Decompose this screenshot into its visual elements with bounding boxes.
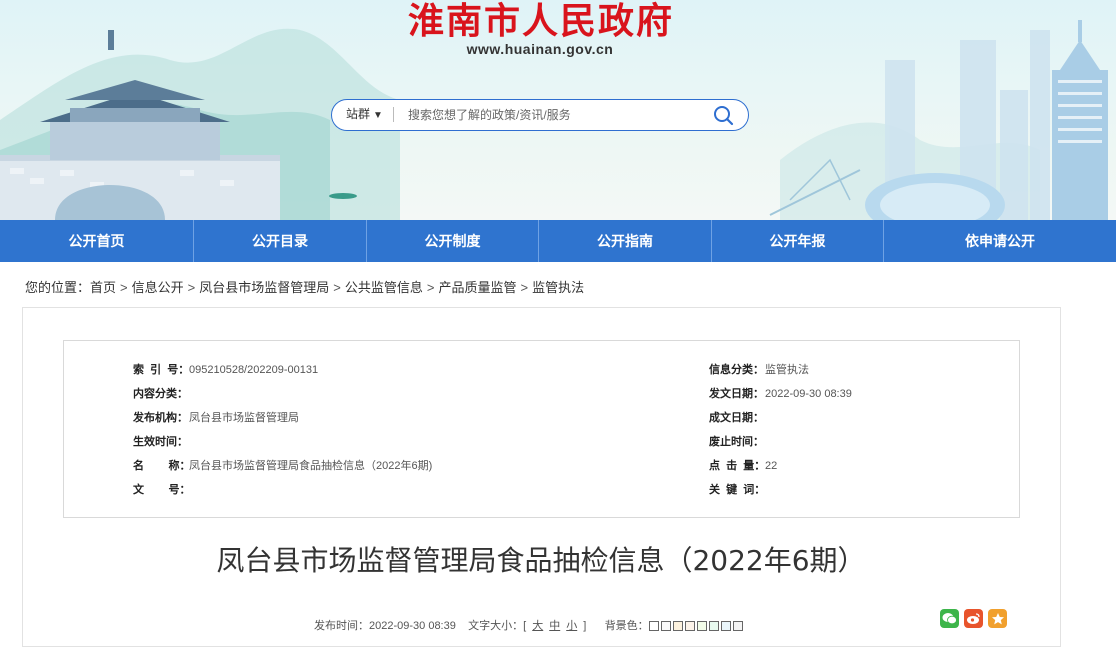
font-size-large[interactable]: 大 — [532, 620, 543, 632]
meta-value: 监管执法 — [765, 364, 809, 376]
background-swatch[interactable] — [684, 621, 695, 632]
background-swatches — [648, 620, 745, 632]
favorite-icon[interactable] — [988, 609, 1007, 628]
search-button[interactable] — [712, 104, 734, 126]
breadcrumb-item[interactable]: 凤台县市场监督管理局 — [199, 280, 329, 295]
nav-item-guide[interactable]: 公开指南 — [539, 220, 712, 262]
meta-label: 发文日期： — [709, 388, 764, 400]
meta-label: 成文日期： — [709, 412, 764, 424]
meta-value: 凤台县市场监督管理局 — [189, 412, 299, 424]
breadcrumb-item[interactable]: 监管执法 — [532, 280, 584, 295]
breadcrumb-separator: > — [520, 280, 529, 295]
meta-label: 点 击 量： — [709, 460, 766, 472]
meta-label: 名 称： — [133, 460, 191, 472]
meta-label: 生效时间： — [133, 436, 188, 448]
wechat-icon[interactable] — [940, 609, 959, 628]
search-divider — [393, 107, 394, 122]
site-title: 淮南市人民政府 — [407, 1, 674, 42]
article-info-bar: 发布时间：2022-09-30 08:39 文字大小：[ 大中小 ] 背景色： — [314, 617, 745, 633]
main-nav: 公开首页 公开目录 公开制度 公开指南 公开年报 依申请公开 — [0, 220, 1116, 262]
meta-label: 关 键 词： — [709, 484, 766, 496]
nav-item-home[interactable]: 公开首页 — [0, 220, 194, 262]
background-swatch[interactable] — [696, 621, 707, 632]
breadcrumb-separator: > — [333, 280, 341, 295]
background-swatch[interactable] — [708, 621, 719, 632]
background-swatch[interactable] — [720, 621, 731, 632]
nav-item-catalog[interactable]: 公开目录 — [194, 220, 367, 262]
font-size-label: 文字大小： — [468, 620, 524, 632]
background-swatch[interactable] — [648, 621, 659, 632]
meta-value: 2022-09-30 08:39 — [765, 388, 852, 400]
background-swatch[interactable] — [660, 621, 671, 632]
font-size-controls: [ 大中小 ] — [523, 620, 587, 632]
background-color-label: 背景色： — [604, 620, 649, 632]
site-url: www.huainan.gov.cn — [466, 41, 614, 57]
nav-item-system[interactable]: 公开制度 — [367, 220, 539, 262]
search-bar: 站群 ▼ — [331, 99, 749, 131]
meta-value: 095210528/202209-00131 — [189, 364, 319, 376]
search-input[interactable] — [408, 105, 698, 124]
header-banner: 淮南市人民政府 www.huainan.gov.cn 站群 ▼ — [0, 0, 1116, 220]
meta-label: 索 引 号： — [133, 364, 190, 376]
breadcrumb-item[interactable]: 产品质量监管 — [438, 280, 516, 295]
publish-time-label: 发布时间： — [314, 620, 369, 632]
document-metadata-table: 索 引 号： 095210528/202209-00131 内容分类： 发布机构… — [63, 340, 1020, 518]
breadcrumb-item[interactable]: 首页 — [90, 280, 116, 295]
font-size-small[interactable]: 小 — [566, 620, 577, 632]
weibo-icon[interactable] — [964, 609, 983, 628]
search-icon — [714, 106, 734, 126]
breadcrumb-separator: > — [120, 280, 128, 295]
meta-label: 文 号： — [133, 484, 191, 496]
breadcrumb: 您的位置：首页 > 信息公开 > 凤台县市场监督管理局 > 公共监管信息 > 产品质量监管 > 监管… — [25, 277, 584, 296]
breadcrumb-separator: > — [187, 280, 196, 295]
meta-value: 凤台县市场监督管理局食品抽检信息（2022年6期) — [189, 460, 433, 472]
background-swatch[interactable] — [732, 621, 743, 632]
breadcrumb-item[interactable]: 信息公开 — [132, 280, 184, 295]
meta-value: 22 — [765, 460, 778, 472]
background-swatch[interactable] — [672, 621, 683, 632]
search-scope-select[interactable]: 站群 ▼ — [346, 100, 383, 129]
nav-item-annual-report[interactable]: 公开年报 — [712, 220, 884, 262]
meta-label: 发布机构： — [133, 412, 188, 424]
breadcrumb-item[interactable]: 公共监管信息 — [345, 280, 423, 295]
nav-item-apply[interactable]: 依申请公开 — [884, 220, 1116, 262]
meta-label: 信息分类： — [709, 364, 764, 376]
chevron-down-icon: ▼ — [373, 110, 383, 121]
meta-label: 内容分类： — [133, 388, 188, 400]
font-size-medium[interactable]: 中 — [549, 620, 560, 632]
share-bar — [940, 609, 1007, 628]
meta-label: 废止时间： — [709, 436, 764, 448]
breadcrumb-prefix: 您的位置： — [25, 280, 91, 295]
publish-time: 2022-09-30 08:39 — [369, 620, 456, 632]
article-title: 凤台县市场监督管理局食品抽检信息（2022年6期） — [216, 544, 866, 577]
breadcrumb-separator: > — [426, 280, 435, 295]
search-scope-label: 站群 — [346, 107, 371, 121]
